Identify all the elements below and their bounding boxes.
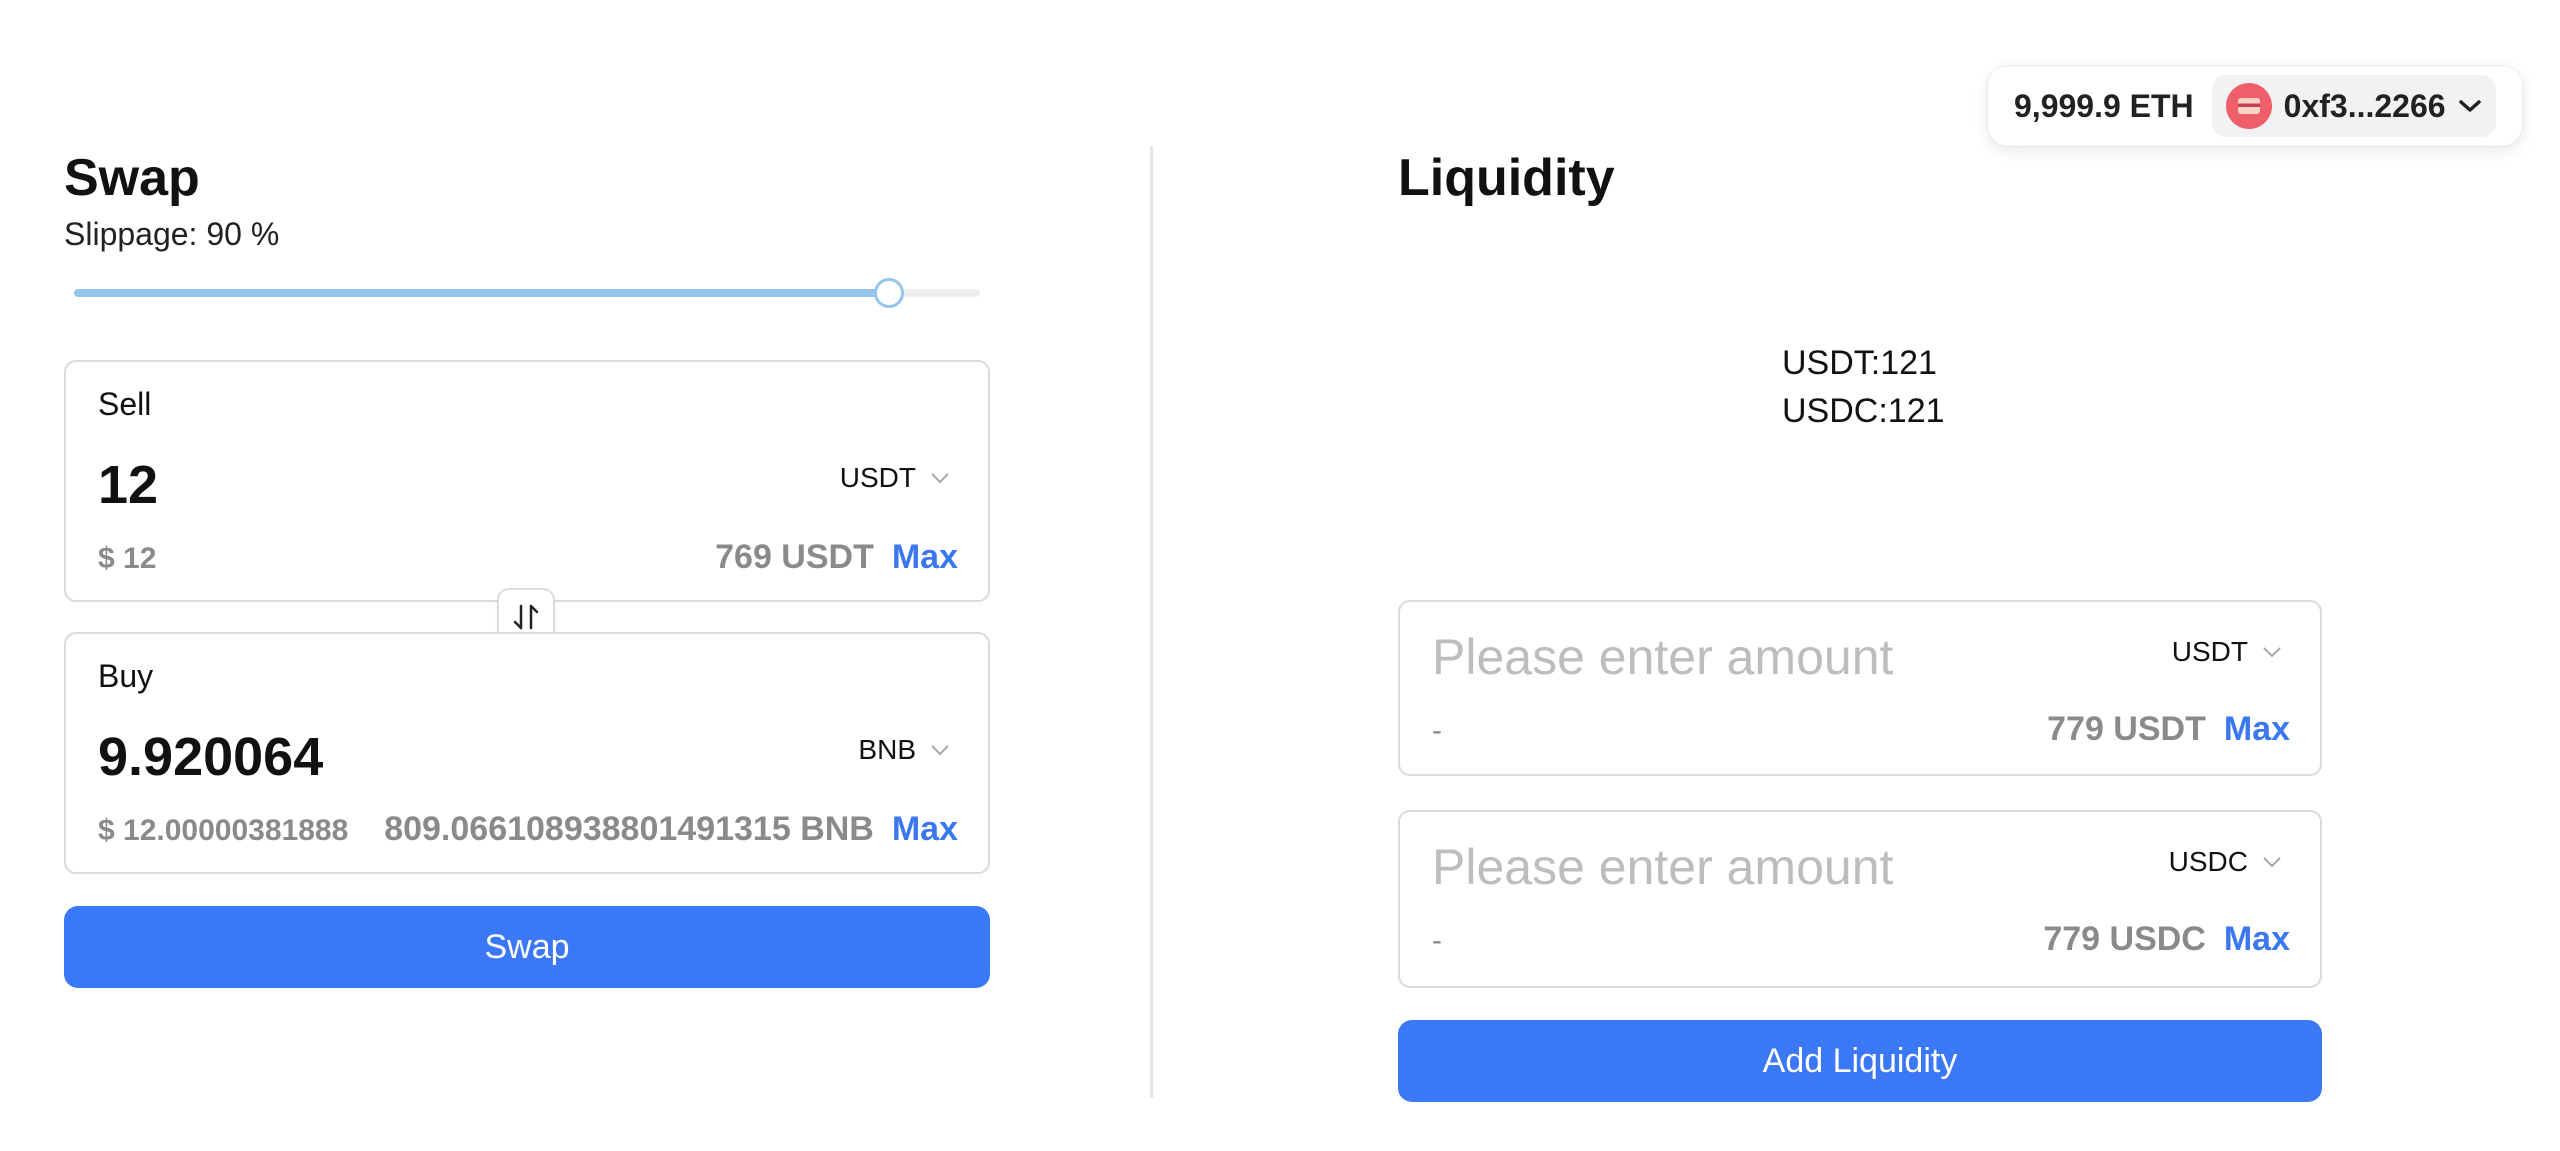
buy-amount-input[interactable]: 9.920064 — [98, 726, 323, 788]
usdt-token-label: USDT — [2171, 636, 2248, 667]
slippage-label: Slippage: 90 % — [64, 216, 280, 252]
usdc-max-button[interactable]: Max — [2224, 920, 2290, 959]
sell-label: Sell — [98, 386, 152, 422]
buy-balance: 809.066108938801491315 BNB — [384, 810, 874, 848]
usdc-token-label: USDC — [2168, 846, 2248, 877]
pool-reserve-usdc: USDC:121 — [1782, 392, 1945, 430]
wallet-widget: 9,999.9 ETH 0xf3...2266 — [1988, 66, 2522, 146]
account-address: 0xf3...2266 — [2283, 87, 2446, 124]
slider-handle[interactable] — [874, 278, 905, 308]
section-divider — [1150, 146, 1153, 1098]
liquidity-input-usdt: USDT - 779 USDT Max — [1398, 600, 2322, 776]
slider-track — [74, 289, 890, 297]
chevron-down-icon — [931, 745, 949, 756]
eth-balance: 9,999.9 ETH — [2014, 87, 2194, 124]
add-liquidity-button[interactable]: Add Liquidity — [1398, 1020, 2322, 1102]
swap-arrows-icon — [513, 604, 539, 630]
sell-usd-value: $ 12 — [98, 542, 157, 575]
usdt-max-button[interactable]: Max — [2224, 710, 2290, 749]
sell-token-label: USDT — [839, 462, 916, 493]
slippage-slider[interactable] — [74, 276, 980, 310]
usdt-amount-input[interactable] — [1432, 628, 2072, 686]
liquidity-title: Liquidity — [1398, 149, 1615, 207]
pool-reserve-usdt: USDT:121 — [1782, 344, 1937, 382]
swap-button[interactable]: Swap — [64, 906, 990, 988]
usdc-usd-value: - — [1432, 924, 1442, 957]
wallet-icon — [2225, 83, 2272, 129]
usdc-token-select[interactable]: USDC — [2169, 846, 2282, 878]
usdt-usd-value: - — [1432, 714, 1442, 747]
sell-amount-input[interactable]: 12 — [98, 454, 158, 516]
buy-token-select[interactable]: BNB — [858, 734, 950, 766]
sell-panel: Sell 12 USDT $ 12 769 USDT Max — [64, 360, 990, 602]
buy-label: Buy — [98, 658, 154, 694]
account-button[interactable]: 0xf3...2266 — [2211, 75, 2496, 137]
swap-title: Swap — [64, 149, 200, 207]
liquidity-input-usdc: USDC - 779 USDC Max — [1398, 810, 2322, 988]
usdc-amount-input[interactable] — [1432, 838, 2072, 896]
buy-panel: Buy 9.920064 BNB $ 12.00000381888 809.06… — [64, 632, 990, 874]
chevron-down-icon — [2263, 647, 2281, 658]
chevron-down-icon — [2458, 100, 2481, 112]
buy-usd-value: $ 12.00000381888 — [98, 814, 349, 847]
usdt-balance: 779 USDT — [2047, 710, 2206, 748]
usdt-token-select[interactable]: USDT — [2172, 636, 2282, 668]
usdc-balance: 779 USDC — [2043, 920, 2206, 958]
chevron-down-icon — [931, 473, 949, 484]
buy-token-label: BNB — [858, 734, 916, 765]
sell-max-button[interactable]: Max — [892, 538, 958, 577]
sell-balance: 769 USDT — [715, 538, 874, 576]
sell-token-select[interactable]: USDT — [840, 462, 950, 494]
chevron-down-icon — [2263, 857, 2281, 868]
buy-max-button[interactable]: Max — [892, 810, 958, 849]
